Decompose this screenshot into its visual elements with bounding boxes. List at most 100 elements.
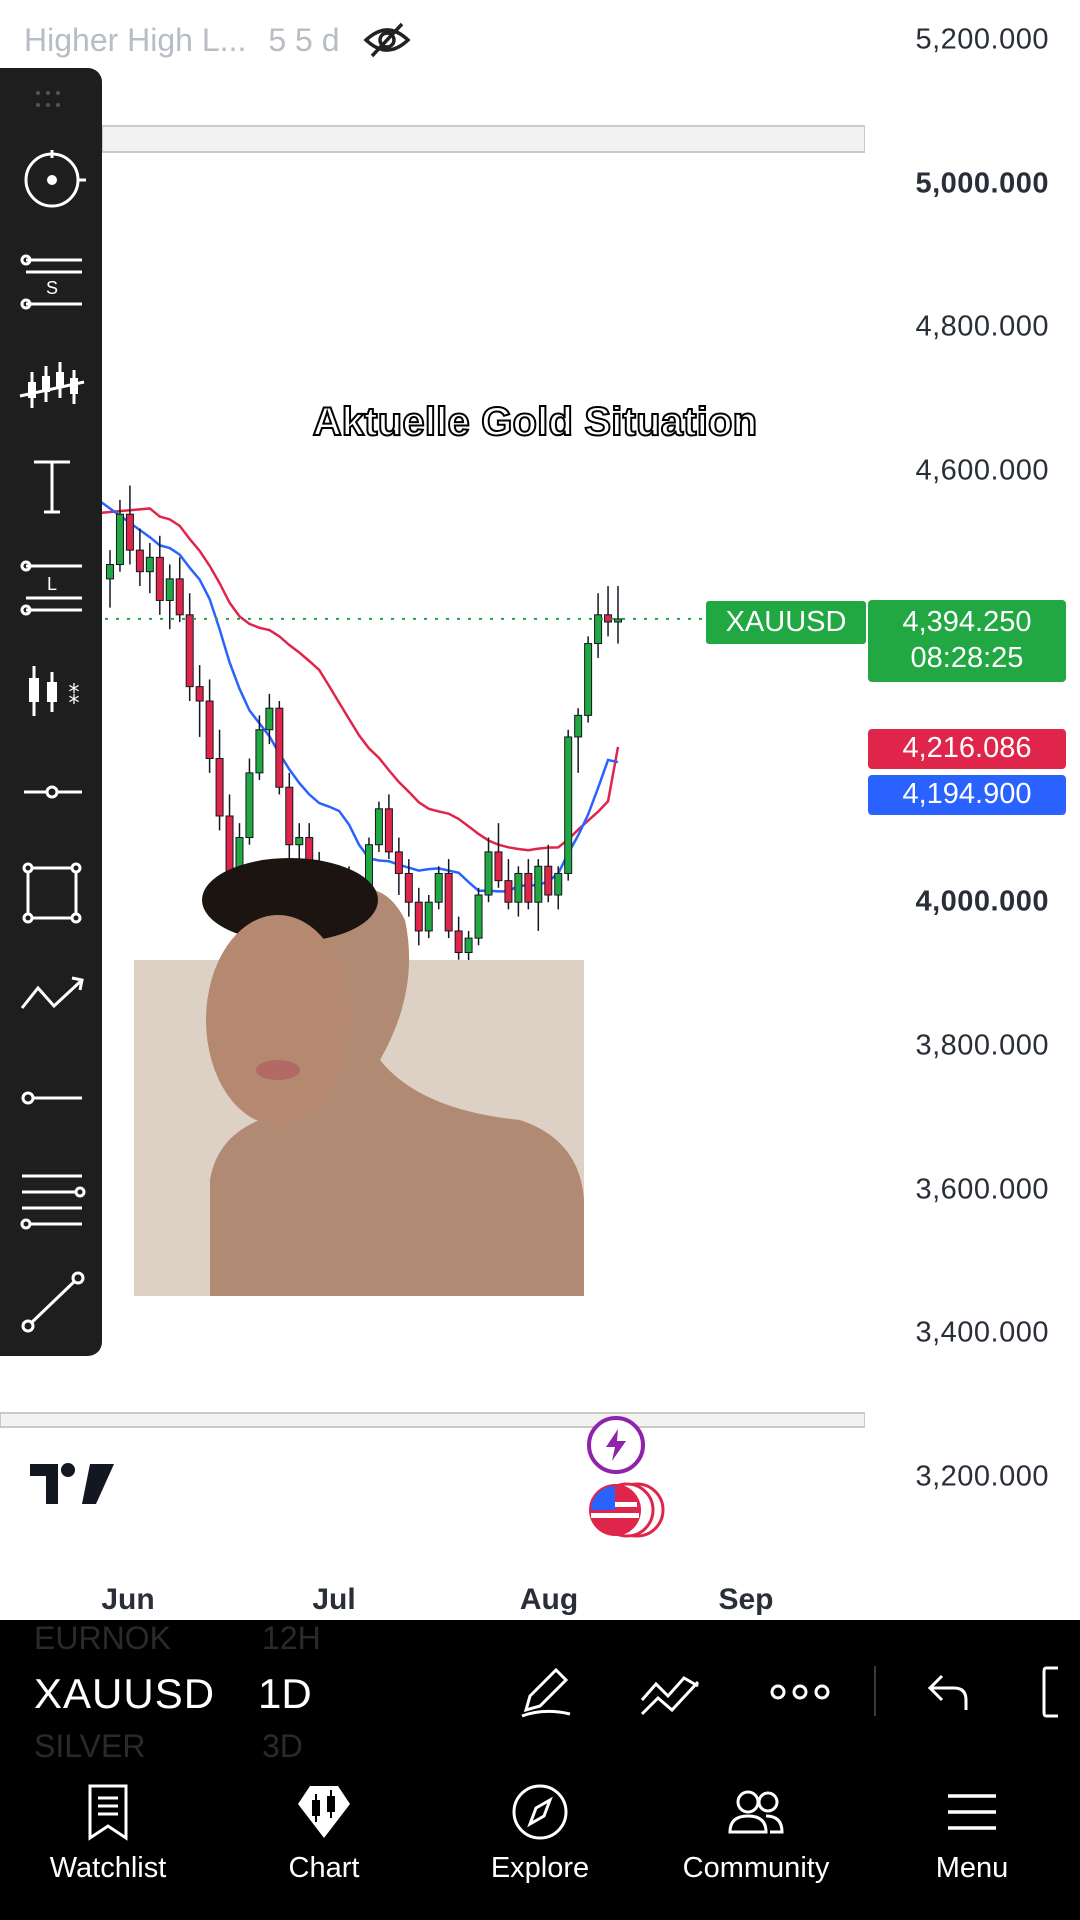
indicators-toolbar-icon[interactable]: [634, 1660, 706, 1724]
nav-label: Explore: [490, 1852, 590, 1884]
fullscreen-icon[interactable]: [1040, 1660, 1080, 1724]
cursor-icon[interactable]: [12, 148, 92, 212]
drag-handle-icon[interactable]: [34, 88, 68, 112]
candle-body: [604, 614, 613, 623]
nav-label: Watchlist: [49, 1852, 167, 1884]
sma-settings-icon[interactable]: S: [12, 250, 92, 314]
candle: [594, 593, 603, 658]
bottom-scroll-region: [0, 1412, 865, 1428]
candle: [275, 701, 284, 795]
tradingview-logo: [30, 1463, 114, 1504]
more-icon[interactable]: [764, 1660, 836, 1724]
menu-icon: [948, 1794, 996, 1830]
path-icon[interactable]: [12, 964, 92, 1028]
symbol-toolbar: EURNOK 12H SILVER 3D XAUUSD 1D: [0, 1620, 1080, 1760]
symbol-selector[interactable]: XAUUSD: [34, 1670, 215, 1718]
candle: [205, 679, 214, 773]
candle-body: [185, 614, 194, 688]
candle: [514, 866, 523, 917]
candle: [614, 586, 622, 644]
price-axis-label: 4,800.000: [915, 310, 1049, 343]
candle-body: [494, 851, 503, 882]
candle: [185, 593, 194, 702]
prev-interval-ghost: 12H: [262, 1620, 321, 1656]
bottom-navigation: Watchlist Chart Explore Community Menu: [0, 1760, 1080, 1920]
candle-body: [444, 872, 453, 932]
nav-community[interactable]: Community: [648, 1760, 864, 1920]
pencil-icon[interactable]: [508, 1660, 580, 1724]
top-scroll-region: [101, 125, 865, 153]
us-economic-events-icon[interactable]: [585, 1480, 665, 1540]
next-symbol-ghost: SILVER: [34, 1728, 146, 1760]
candlestick-chart[interactable]: [0, 0, 865, 1430]
candle-body: [215, 758, 224, 817]
candle-body: [484, 851, 493, 896]
nav-label: Chart: [288, 1852, 360, 1884]
candle: [474, 887, 483, 946]
svg-text:L: L: [47, 574, 57, 594]
time-axis-label: Jun: [101, 1583, 155, 1616]
candle: [524, 859, 533, 910]
nav-chart[interactable]: Chart: [216, 1760, 432, 1920]
candle-body: [295, 837, 304, 846]
candle-body: [414, 901, 423, 932]
video-caption: Aktuelle Gold Situation: [312, 399, 758, 445]
candle-body: [125, 513, 134, 551]
candle-body: [544, 865, 553, 896]
eye-off-icon[interactable]: [362, 18, 412, 62]
candles-icon[interactable]: [12, 352, 92, 416]
nav-label: Menu: [935, 1852, 1009, 1884]
nav-label: Community: [682, 1852, 830, 1884]
candle: [504, 859, 513, 910]
candle: [424, 895, 433, 939]
horizontal-line-icon[interactable]: [12, 1066, 92, 1130]
candle-body: [285, 786, 294, 846]
candle-body: [106, 564, 114, 580]
candle: [434, 866, 443, 910]
time-axis-label: Jul: [312, 1583, 356, 1616]
toolbar-divider: [874, 1666, 876, 1716]
trend-line-icon[interactable]: [12, 1270, 92, 1334]
candle-body: [115, 513, 124, 566]
candle: [544, 844, 553, 903]
candle-body: [434, 872, 443, 903]
indicator-legend[interactable]: Higher High L... 5 5 d: [24, 16, 412, 64]
earnings-event-icon[interactable]: [587, 1416, 645, 1474]
presenter-video-overlay: [134, 858, 584, 1296]
candle-body: [165, 578, 174, 601]
candle: [135, 528, 144, 587]
candle: [454, 916, 463, 960]
moving-average-line: [97, 498, 619, 893]
moving-average-line: [84, 507, 620, 852]
candle: [394, 837, 403, 896]
candle-body: [205, 700, 214, 760]
candle: [245, 758, 254, 845]
next-interval-ghost: 3D: [262, 1728, 303, 1760]
fib-icon[interactable]: [12, 1168, 92, 1232]
nav-watchlist[interactable]: Watchlist: [0, 1760, 216, 1920]
chart-canvas[interactable]: [0, 0, 865, 1430]
candle-body: [524, 872, 533, 903]
indicator-params: 5 5 d: [268, 21, 340, 58]
undo-icon[interactable]: [912, 1660, 984, 1724]
indicators-icon[interactable]: ⁑: [12, 658, 92, 722]
candle-body: [464, 937, 473, 953]
candle: [554, 866, 563, 910]
compass-icon: [512, 1784, 568, 1840]
candle-body: [554, 872, 563, 896]
interval-selector[interactable]: 1D: [258, 1670, 312, 1718]
horizontal-ray-icon[interactable]: [12, 760, 92, 824]
candle: [195, 665, 204, 737]
candle-body: [155, 556, 164, 601]
nav-explore[interactable]: Explore: [432, 1760, 648, 1920]
rectangle-icon[interactable]: [12, 862, 92, 926]
bar-countdown: 08:28:25: [910, 642, 1024, 674]
text-icon[interactable]: [12, 454, 92, 518]
candle-body: [424, 901, 433, 932]
candle: [484, 837, 493, 903]
candle-body: [564, 736, 573, 874]
nav-menu[interactable]: Menu: [864, 1760, 1080, 1920]
price-axis-label: 3,200.000: [915, 1460, 1049, 1493]
community-icon: [728, 1790, 784, 1834]
long-position-icon[interactable]: L: [12, 556, 92, 620]
